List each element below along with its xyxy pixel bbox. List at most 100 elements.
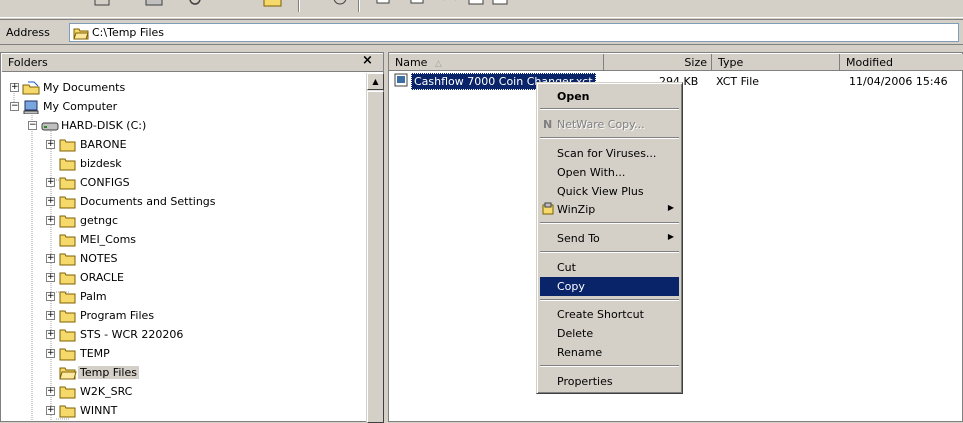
tree-item-getngc[interactable]: + getngc [1,211,261,230]
tree-label: getngc [80,214,119,227]
menu-item-cut[interactable]: Cut [540,258,679,277]
folder-icon [59,214,77,231]
address-label: Address [6,26,50,39]
expand-icon[interactable]: + [46,292,55,301]
submenu-arrow-icon: ▶ [667,203,674,212]
address-input[interactable]: C:\Temp Files [69,23,959,42]
xct-file-icon [394,73,408,90]
expand-icon[interactable]: + [46,349,55,358]
folder-icon [59,347,77,364]
address-value: C:\Temp Files [92,26,165,39]
menu-item-create-shortcut[interactable]: Create Shortcut [540,305,679,324]
scroll-thumb[interactable] [367,91,384,423]
computer-icon [22,100,40,117]
folder-icon [59,328,77,345]
menu-label: Open With... [557,166,626,179]
tree-item-program-files[interactable]: + Program Files [1,306,261,325]
expand-icon[interactable]: + [46,311,55,320]
menu-label: Properties [557,375,613,388]
menu-item-open[interactable]: Open [540,87,679,106]
folder-icon [59,138,77,155]
tree-label: HARD-DISK (C:) [61,119,147,132]
open-folder-icon [73,27,89,43]
expand-icon[interactable]: + [46,387,55,396]
tree-item-my-computer[interactable]: − My Computer [1,97,201,116]
tree-item-winnt[interactable]: + WINNT [1,401,261,420]
expand-icon[interactable]: + [46,140,55,149]
tree-item-sts-wcr[interactable]: + STS - WCR 220206 [1,325,261,344]
tree-item-configs[interactable]: + CONFIGS [1,173,261,192]
toolbar [0,0,963,18]
sort-ascending-icon: △ [434,59,442,69]
tree-item-hard-disk[interactable]: − HARD-DISK (C:) [1,116,221,135]
tree-label: Documents and Settings [80,195,216,208]
menu-item-send-to[interactable]: Send To ▶ [540,229,679,248]
tree-item-my-documents[interactable]: + My Documents [1,78,201,97]
tree-item-barone[interactable]: + BARONE [1,135,261,154]
menu-label: Copy [557,280,585,293]
views-icon[interactable] [466,0,488,8]
tree-item-oracle[interactable]: + ORACLE [1,268,261,287]
folder-icon [59,290,77,307]
tree-label: STS - WCR 220206 [80,328,184,341]
folders-icon[interactable] [144,0,166,8]
search-icon[interactable] [186,0,208,8]
expand-icon[interactable]: + [10,83,19,92]
my-documents-icon [22,81,40,98]
copy-to-icon[interactable] [408,0,430,8]
folder-icon [59,309,77,326]
menu-item-copy[interactable]: Copy [540,277,679,296]
tree-label-selected: Temp Files [78,366,139,379]
column-header-type[interactable]: Type [712,54,840,71]
menu-item-quick-view-plus[interactable]: Quick View Plus [540,182,679,201]
folder-icon [59,404,77,421]
menu-label: Send To [557,232,600,245]
tree-item-temp[interactable]: + TEMP [1,344,261,363]
scroll-up-arrow-icon[interactable]: ▲ [367,73,384,90]
column-header-name[interactable]: Name △ [389,54,604,71]
menu-item-netware-copy[interactable]: N NetWare Copy... [540,115,679,134]
expand-icon[interactable]: + [46,273,55,282]
tree-item-mei-coms[interactable]: MEI_Coms [1,230,261,249]
tree-item-w2k-src[interactable]: + W2K_SRC [1,382,261,401]
vertical-scrollbar[interactable]: ▲ [366,73,384,423]
tree-item-palm[interactable]: + Palm [1,287,261,306]
undo-icon[interactable] [440,0,462,8]
folder-tree: + My Documents − My Computer − HARD-DISK… [1,73,365,421]
tree-item-documents-and-settings[interactable]: + Documents and Settings [1,192,261,211]
folder-toolbar-icon[interactable] [262,0,284,8]
tree-label: ORACLE [80,271,124,284]
collapse-icon[interactable]: − [10,102,19,111]
tree-label: My Computer [43,100,118,113]
expand-icon[interactable]: + [46,330,55,339]
menu-item-scan-for-viruses[interactable]: Scan for Viruses... [540,144,679,163]
expand-icon[interactable]: + [46,197,55,206]
menu-label: WinZip [557,203,596,216]
close-icon[interactable]: × [362,53,373,68]
column-name-label: Name [395,56,428,69]
views-icon-2[interactable] [490,0,512,8]
address-bar: Address C:\Temp Files [0,19,963,45]
menu-item-winzip[interactable]: WinZip ▶ [540,200,679,219]
expand-icon[interactable]: + [46,406,55,415]
toolbar-button[interactable] [92,0,114,8]
tree-item-bizdesk[interactable]: bizdesk [1,154,261,173]
menu-item-open-with[interactable]: Open With... [540,163,679,182]
expand-icon[interactable]: + [46,178,55,187]
collapse-icon[interactable]: − [28,121,37,130]
menu-item-rename[interactable]: Rename [540,343,679,362]
file-modified: 11/04/2006 15:46 [849,75,948,88]
tree-item-notes[interactable]: + NOTES [1,249,261,268]
menu-item-properties[interactable]: Properties [540,372,679,391]
menu-label: NetWare Copy... [557,118,645,131]
history-icon[interactable] [330,0,352,8]
move-to-icon[interactable] [374,0,396,8]
column-header-modified[interactable]: Modified [840,54,963,71]
tree-item-temp-files[interactable]: Temp Files [1,363,261,382]
expand-icon[interactable]: + [46,254,55,263]
expand-icon[interactable]: + [46,216,55,225]
menu-item-delete[interactable]: Delete [540,324,679,343]
column-header-size[interactable]: Size [604,54,712,71]
menu-label: Rename [557,346,603,359]
menu-label: Scan for Viruses... [557,147,657,160]
